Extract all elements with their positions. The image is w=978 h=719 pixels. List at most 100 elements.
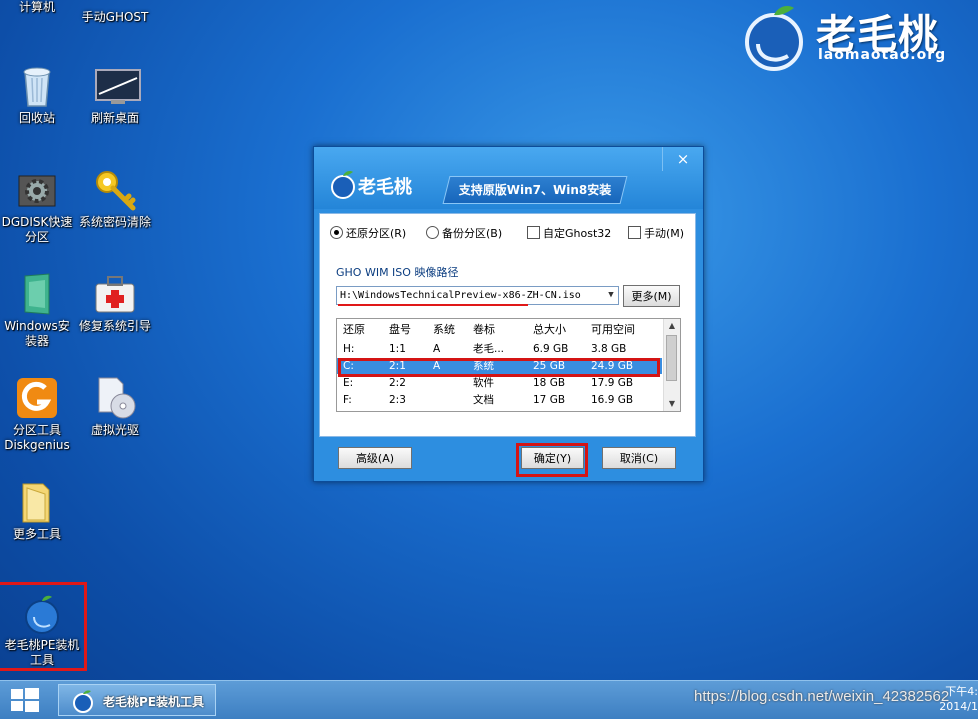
dialog-banner: 支持原版Win7、Win8安装 — [442, 176, 628, 204]
radio-label: 备份分区(B) — [442, 227, 503, 240]
desktop-icon-label: DGDISK快速分区 — [1, 215, 73, 244]
desktop-icon-virtual-drive[interactable]: 虚拟光驱 — [78, 376, 152, 438]
windows-logo-icon — [11, 688, 39, 712]
dialog-logo-text: 老毛桃 — [358, 177, 412, 198]
close-button[interactable]: × — [662, 147, 703, 171]
cell: 2:3 — [389, 394, 406, 406]
peach-logo-icon — [331, 171, 355, 199]
table-row[interactable]: F: 2:3 文档 17 GB 16.9 GB — [337, 392, 662, 408]
desktop-icon-label: 回收站 — [18, 111, 55, 125]
column-header[interactable]: 还原 — [343, 321, 365, 339]
desktop-icon-manual-ghost[interactable]: 手动GHOST — [78, 0, 152, 24]
dialog-header: × 老毛桃 支持原版Win7、Win8安装 — [314, 147, 703, 209]
checkbox-icon — [628, 226, 641, 239]
checkbox-icon — [527, 226, 540, 239]
table-row[interactable]: E: 2:2 软件 18 GB 17.9 GB — [337, 375, 662, 391]
column-header[interactable]: 总大小 — [533, 321, 566, 339]
column-header[interactable]: 盘号 — [389, 321, 411, 339]
radio-selected-icon — [330, 226, 343, 239]
desktop-icon-label: Windows安装器 — [4, 319, 70, 348]
desktop-icon-windows-installer[interactable]: Windows安装器 — [0, 272, 74, 349]
cell: 3.8 GB — [591, 343, 627, 355]
table-row[interactable]: H: 1:1 A 老毛... 6.9 GB 3.8 GB — [337, 341, 662, 357]
desktop-icon-pe-installer[interactable]: 老毛桃PE装机工具 — [0, 582, 87, 671]
desktop-icon-refresh[interactable]: 刷新桌面 — [78, 64, 152, 126]
desktop-icon-label: 刷新桌面 — [90, 111, 139, 125]
dialog-panel: 还原分区(R) 备份分区(B) 自定Ghost32 手动(M) GHO WIM … — [319, 213, 696, 437]
radio-icon — [426, 226, 439, 239]
desktop-icon-diskgenius[interactable]: 分区工具Diskgenius — [0, 376, 74, 453]
banner-text: 支持原版Win7、Win8安装 — [458, 183, 612, 197]
desktop-icon-label: 虚拟光驱 — [90, 423, 139, 437]
image-path-label: GHO WIM ISO 映像路径 — [336, 266, 459, 279]
desktop-icon-label: 系统密码清除 — [78, 215, 151, 229]
advanced-button[interactable]: 高级(A) — [338, 447, 412, 469]
image-path-value: H:\WindowsTechnicalPreview-x86-ZH-CN.iso — [340, 290, 581, 301]
cell: 1:1 — [389, 343, 406, 355]
start-button[interactable] — [8, 685, 42, 715]
table-header: 还原 盘号 系统 卷标 总大小 可用空间 — [337, 321, 662, 339]
cell: 文档 — [473, 394, 494, 406]
image-path-select[interactable]: H:\WindowsTechnicalPreview-x86-ZH-CN.iso… — [336, 286, 619, 305]
cell: 软件 — [473, 377, 494, 389]
cell: A — [433, 343, 441, 355]
desktop-icon-dgdisk[interactable]: DGDISK快速分区 — [0, 168, 74, 245]
desktop-icon-password-clear[interactable]: 系统密码清除 — [78, 168, 152, 230]
first-aid-kit-icon — [93, 272, 137, 316]
cancel-button[interactable]: 取消(C) — [602, 447, 676, 469]
custom-ghost-checkbox[interactable]: 自定Ghost32 — [527, 226, 611, 242]
column-header[interactable]: 卷标 — [473, 321, 495, 339]
dialog-logo: 老毛桃 — [328, 167, 428, 201]
cell: F: — [343, 394, 352, 406]
cell: 16.9 GB — [591, 394, 634, 406]
disc-icon — [93, 376, 137, 420]
brand-logo: 老毛桃 laomaotao.org — [738, 0, 978, 72]
table-scrollbar[interactable]: ▲ ▼ — [663, 319, 680, 411]
cell: 2:2 — [389, 377, 406, 389]
installer-box-icon — [15, 272, 59, 316]
scrollbar-thumb[interactable] — [666, 335, 677, 381]
watermark-text: https://blog.csdn.net/weixin_42382562 — [694, 688, 950, 705]
cell: 17 GB — [533, 394, 566, 406]
folder-icon — [15, 480, 59, 524]
annotation-underline — [338, 304, 528, 306]
scroll-up-icon[interactable]: ▲ — [664, 319, 680, 333]
desktop-icon-label: 更多工具 — [12, 527, 61, 541]
desktop-icon-more-tools[interactable]: 更多工具 — [0, 480, 74, 542]
recycle-bin-icon — [15, 64, 59, 108]
backup-partition-radio[interactable]: 备份分区(B) — [426, 226, 502, 242]
column-header[interactable]: 可用空间 — [591, 321, 635, 339]
radio-label: 还原分区(R) — [346, 227, 407, 240]
annotation-box — [516, 443, 588, 477]
desktop-icon-label: 计算机 — [18, 0, 55, 14]
brand-url: laomaotao.org — [818, 47, 947, 63]
chevron-down-icon[interactable]: ▼ — [604, 287, 618, 304]
key-icon — [93, 168, 137, 212]
peach-logo-icon — [20, 591, 64, 635]
diskgenius-icon — [15, 376, 59, 420]
checkbox-label: 手动(M) — [644, 227, 685, 240]
cell: 老毛... — [473, 343, 505, 355]
desktop-icon-recycle-bin[interactable]: 回收站 — [0, 64, 74, 126]
gear-icon — [15, 168, 59, 212]
monitor-icon — [93, 64, 141, 108]
manual-checkbox[interactable]: 手动(M) — [628, 226, 684, 242]
desktop-icon-label: 分区工具Diskgenius — [4, 423, 70, 452]
taskbar-item-pe-installer[interactable]: 老毛桃PE装机工具 — [58, 684, 216, 716]
more-button[interactable]: 更多(M) — [623, 285, 680, 307]
desktop-icon-label: 修复系统引导 — [78, 319, 151, 333]
desktop-icon-label: 手动GHOST — [81, 10, 149, 24]
desktop-icon-computer[interactable]: 计算机 — [0, 0, 74, 30]
cell: 6.9 GB — [533, 343, 569, 355]
cell: 17.9 GB — [591, 377, 634, 389]
desktop-icon-repair-boot[interactable]: 修复系统引导 — [78, 272, 152, 334]
annotation-box — [338, 358, 660, 377]
scroll-down-icon[interactable]: ▼ — [664, 397, 680, 411]
peach-logo-icon — [73, 690, 93, 713]
taskbar-item-label: 老毛桃PE装机工具 — [103, 695, 204, 709]
peach-logo-icon — [745, 6, 803, 71]
cell: H: — [343, 343, 355, 355]
column-header[interactable]: 系统 — [433, 321, 455, 339]
cell: E: — [343, 377, 354, 389]
restore-partition-radio[interactable]: 还原分区(R) — [330, 226, 406, 242]
